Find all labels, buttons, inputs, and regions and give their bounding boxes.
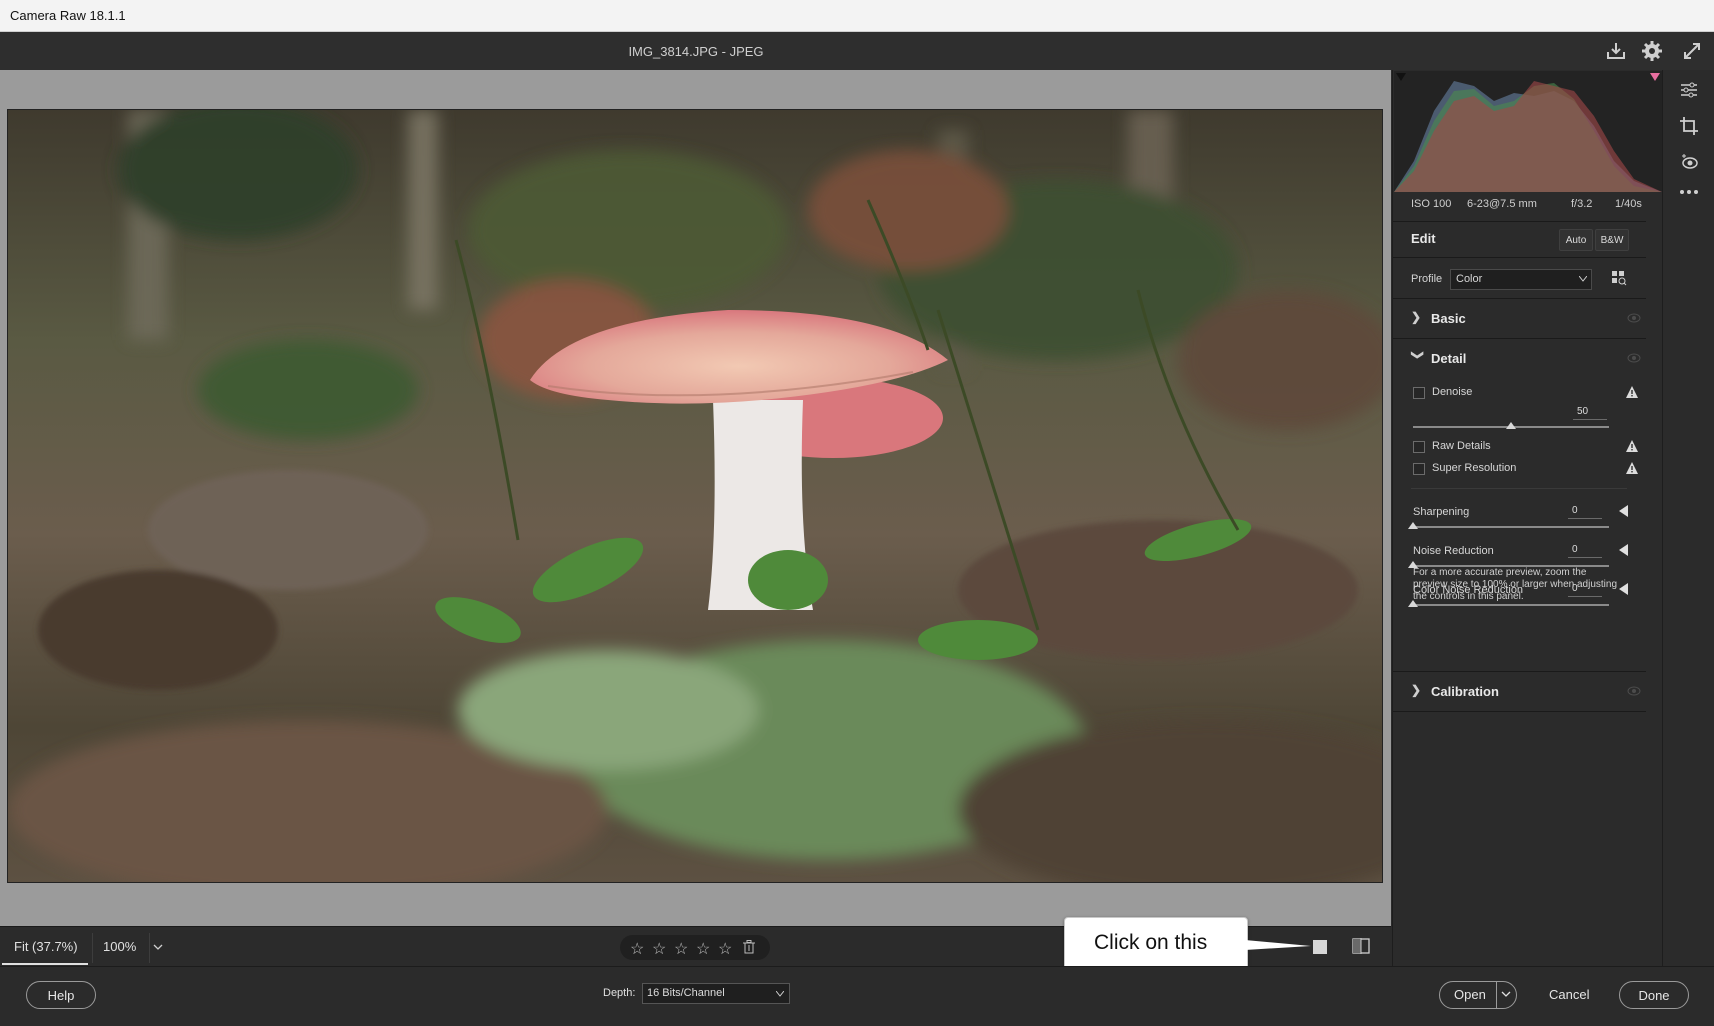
fit-zoom-button[interactable]: Fit (37.7%): [2, 933, 88, 965]
top-toolbar: IMG_3814.JPG - JPEG: [0, 32, 1714, 70]
photo-preview[interactable]: [7, 109, 1383, 883]
rating-bar: ☆ ☆ ☆ ☆ ☆: [620, 935, 770, 960]
exif-aperture: f/3.2: [1571, 198, 1593, 210]
sharpening-slider-track[interactable]: [1413, 526, 1609, 528]
exif-shutter: 1/40s: [1615, 198, 1642, 210]
chevron-down-icon: [1579, 276, 1587, 282]
window-title: Camera Raw 18.1.1: [10, 8, 126, 23]
exif-info: ISO 100 6-23@7.5 mm f/3.2 1/40s: [1393, 198, 1663, 218]
divider: [1393, 298, 1646, 299]
sharpening-label: Sharpening: [1413, 506, 1470, 518]
profile-dropdown[interactable]: Color: [1450, 269, 1592, 290]
edit-sliders-icon[interactable]: [1679, 80, 1699, 100]
warning-icon: [1626, 386, 1638, 398]
rating-star-1[interactable]: ☆: [630, 939, 644, 959]
bw-button[interactable]: B&W: [1595, 229, 1629, 251]
divider: [1393, 221, 1646, 222]
exif-iso: ISO 100: [1411, 198, 1452, 210]
file-name-label: IMG_3814.JPG - JPEG: [628, 44, 764, 59]
section-basic[interactable]: ❯ Basic: [1411, 309, 1641, 329]
red-eye-icon[interactable]: [1679, 152, 1699, 170]
edit-title: Edit: [1411, 231, 1436, 246]
noise-reduction-expand-icon[interactable]: [1619, 544, 1628, 556]
rating-star-4[interactable]: ☆: [696, 939, 710, 959]
single-view-toggle-button[interactable]: [1313, 940, 1327, 954]
done-button[interactable]: Done: [1619, 981, 1689, 1009]
denoise-checkbox[interactable]: [1413, 387, 1425, 399]
zoom-dropdown-chevron-icon[interactable]: [150, 937, 166, 957]
settings-gear-icon[interactable]: [1640, 39, 1664, 63]
tool-strip: [1662, 70, 1714, 966]
noise-reduction-label: Noise Reduction: [1413, 545, 1494, 557]
chevron-right-icon: ❯: [1411, 310, 1422, 324]
raw-details-row: Raw Details: [1413, 440, 1638, 456]
raw-details-label: Raw Details: [1432, 440, 1491, 452]
save-image-icon[interactable]: [1604, 39, 1628, 63]
divider: [1393, 671, 1646, 672]
super-resolution-checkbox[interactable]: [1413, 463, 1425, 475]
open-button[interactable]: Open: [1454, 987, 1486, 1002]
depth-dropdown[interactable]: 16 Bits/Channel: [642, 983, 790, 1004]
super-resolution-label: Super Resolution: [1432, 462, 1517, 474]
denoise-label: Denoise: [1432, 386, 1473, 398]
sharpening-slider-thumb[interactable]: [1408, 522, 1418, 529]
exif-lens: 6-23@7.5 mm: [1467, 198, 1537, 210]
warning-icon: [1626, 440, 1638, 452]
detail-note: For a more accurate preview, zoom the pr…: [1413, 567, 1617, 602]
chevron-down-icon: ❯: [1411, 350, 1425, 361]
sharpening-expand-icon[interactable]: [1619, 505, 1628, 517]
denoise-slider-thumb[interactable]: [1506, 422, 1516, 429]
edit-panel: ISO 100 6-23@7.5 mm f/3.2 1/40s Edit Aut…: [1392, 70, 1663, 966]
crop-icon[interactable]: [1679, 116, 1699, 136]
depth-label: Depth:: [603, 987, 636, 999]
bottom-bar: Help Depth: 16 Bits/Channel Open Cancel …: [0, 966, 1714, 1026]
profile-label: Profile: [1411, 273, 1443, 285]
cancel-button[interactable]: Cancel: [1549, 987, 1589, 1002]
raw-details-checkbox[interactable]: [1413, 441, 1425, 453]
section-detail[interactable]: ❯ Detail: [1411, 349, 1641, 369]
click-hint-callout: Click on this: [1064, 917, 1248, 971]
section-calibration[interactable]: ❯ Calibration: [1411, 682, 1641, 702]
divider: [1411, 488, 1627, 489]
rating-star-2[interactable]: ☆: [652, 939, 666, 959]
more-options-icon[interactable]: [1679, 188, 1699, 196]
before-after-view-icon[interactable]: [1351, 936, 1371, 956]
color-noise-reduction-slider-track[interactable]: [1413, 604, 1609, 606]
profile-value: Color: [1456, 273, 1483, 285]
super-resolution-row: Super Resolution: [1413, 462, 1638, 478]
image-preview-area: [0, 70, 1391, 926]
visibility-eye-icon[interactable]: [1627, 686, 1641, 696]
auto-button[interactable]: Auto: [1559, 229, 1593, 251]
sharpening-value[interactable]: 0: [1568, 504, 1602, 519]
histogram: [1394, 71, 1662, 192]
visibility-eye-icon[interactable]: [1627, 313, 1641, 323]
fullscreen-icon[interactable]: [1680, 39, 1704, 63]
divider: [1393, 338, 1646, 339]
zoom-100-button[interactable]: 100%: [92, 933, 150, 963]
warning-icon: [1626, 462, 1638, 474]
divider: [1393, 257, 1646, 258]
rating-star-5[interactable]: ☆: [718, 939, 732, 959]
chevron-right-icon: ❯: [1411, 683, 1422, 697]
visibility-eye-icon[interactable]: [1627, 353, 1641, 363]
rating-star-3[interactable]: ☆: [674, 939, 688, 959]
depth-value: 16 Bits/Channel: [647, 987, 725, 999]
denoise-value[interactable]: 50: [1573, 405, 1607, 420]
callout-pointer: [1245, 940, 1311, 950]
split-divider: [1496, 982, 1497, 1008]
noise-reduction-value[interactable]: 0: [1568, 543, 1602, 558]
help-button[interactable]: Help: [26, 981, 96, 1009]
trash-icon[interactable]: [743, 940, 755, 954]
open-button-group: Open: [1439, 981, 1517, 1009]
open-options-chevron-icon[interactable]: [1501, 991, 1511, 999]
denoise-row: Denoise: [1413, 386, 1638, 402]
chevron-down-icon: [776, 991, 784, 997]
profile-browser-icon[interactable]: [1611, 270, 1627, 286]
divider: [1393, 711, 1646, 712]
window-titlebar: Camera Raw 18.1.1: [0, 0, 1714, 32]
